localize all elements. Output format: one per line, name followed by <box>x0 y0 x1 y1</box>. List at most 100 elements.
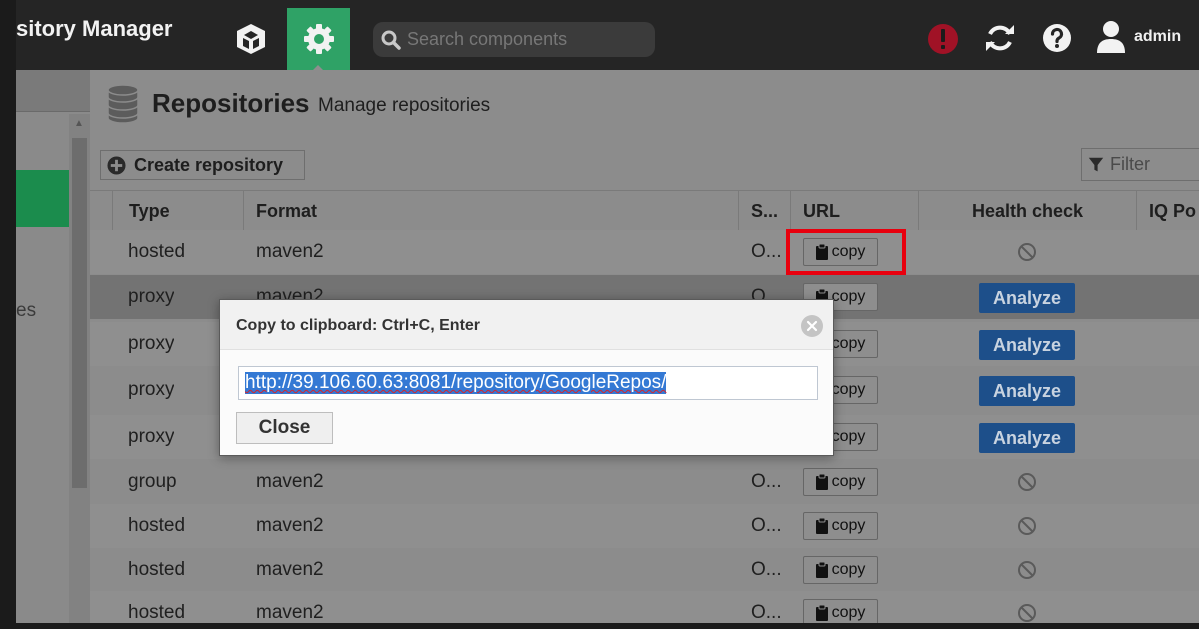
column-header-format[interactable]: Format <box>243 191 738 231</box>
cell-format: maven2 <box>256 559 324 580</box>
dialog-close-x-button[interactable] <box>801 315 823 337</box>
copy-label: copy <box>831 473 866 490</box>
database-icon <box>107 84 139 124</box>
cell-status: O... <box>751 602 782 623</box>
refresh-icon <box>986 25 1014 51</box>
column-header-health-check[interactable]: Health check <box>918 191 1136 231</box>
nav-item-repositories-selected[interactable] <box>16 170 69 227</box>
nav-scroll-thumb[interactable] <box>72 138 87 488</box>
dialog-header: Copy to clipboard: Ctrl+C, Enter <box>220 300 833 350</box>
cell-status: O... <box>751 471 782 492</box>
cell-format: maven2 <box>256 241 324 262</box>
scroll-up-arrow-icon[interactable]: ▲ <box>74 118 84 129</box>
highlight-annotation-box <box>786 229 906 275</box>
selected-url-text: http://39.106.60.63:8081/repository/Goog… <box>245 372 667 394</box>
app-title: sitory Manager <box>16 16 173 41</box>
dialog-close-button[interactable]: Close <box>236 412 333 444</box>
cell-type: proxy <box>128 379 175 400</box>
table-row[interactable]: hosted maven2 O... copy <box>90 230 1199 274</box>
cell-type: hosted <box>128 515 186 536</box>
alert-icon <box>928 24 958 54</box>
copy-label: copy <box>831 517 866 534</box>
cell-type: hosted <box>128 559 186 580</box>
copy-label: copy <box>831 428 866 445</box>
user-name: admin <box>1134 28 1182 45</box>
not-available-icon <box>1017 516 1037 541</box>
cell-format: maven2 <box>256 515 324 536</box>
help-button[interactable] <box>1040 21 1074 55</box>
table-row[interactable]: hosted maven2 O... copy <box>90 504 1199 548</box>
administration-button[interactable] <box>287 8 350 71</box>
copy-label: copy <box>831 604 866 621</box>
plus-circle-icon <box>107 155 126 175</box>
cell-format: maven2 <box>256 602 324 623</box>
cell-type: group <box>128 471 177 492</box>
column-header-url[interactable]: URL <box>790 191 918 231</box>
user-menu-button[interactable]: admin <box>1096 18 1199 56</box>
not-available-icon <box>1017 560 1037 585</box>
cell-format: maven2 <box>256 471 324 492</box>
copy-url-button[interactable]: copy <box>803 599 878 623</box>
copy-url-button[interactable]: copy <box>803 468 878 496</box>
browse-button[interactable] <box>221 8 281 70</box>
left-navigation: es ▲ <box>16 70 90 623</box>
cell-type: proxy <box>128 286 175 307</box>
filter-funnel-icon <box>1088 157 1104 171</box>
filter-input[interactable] <box>1110 154 1199 175</box>
column-header-status[interactable]: S... <box>738 191 790 231</box>
filter-box[interactable] <box>1081 148 1199 181</box>
panel-header: Repositories Manage repositories <box>90 70 1199 140</box>
system-alert-button[interactable] <box>926 22 960 56</box>
copy-label: copy <box>831 288 866 305</box>
url-text-field[interactable]: http://39.106.60.63:8081/repository/Goog… <box>238 366 818 400</box>
copy-url-button[interactable]: copy <box>803 556 878 584</box>
analyze-button[interactable]: Analyze <box>979 423 1075 453</box>
cell-status: O... <box>751 241 782 262</box>
analyze-button[interactable]: Analyze <box>979 283 1075 313</box>
table-row[interactable]: group maven2 O... copy <box>90 460 1199 504</box>
copy-label: copy <box>831 381 866 398</box>
clipboard-icon <box>815 562 828 578</box>
cell-type: hosted <box>128 602 186 623</box>
cell-type: proxy <box>128 426 175 447</box>
help-icon <box>1043 24 1071 52</box>
dialog-title: Copy to clipboard: Ctrl+C, Enter <box>236 317 481 334</box>
not-available-icon <box>1017 603 1037 623</box>
search-input[interactable] <box>407 29 647 50</box>
user-icon <box>1097 21 1125 53</box>
not-available-icon <box>1017 242 1037 267</box>
cell-status: O... <box>751 559 782 580</box>
cell-type: proxy <box>128 333 175 354</box>
gear-icon <box>303 24 334 54</box>
copy-label: copy <box>831 335 866 352</box>
clipboard-icon <box>815 605 828 621</box>
nav-scrollbar[interactable]: ▲ <box>69 114 90 623</box>
table-row[interactable]: hosted maven2 O... copy <box>90 591 1199 623</box>
column-header-type[interactable]: Type <box>112 191 243 231</box>
cell-type: hosted <box>128 241 186 262</box>
not-available-icon <box>1017 472 1037 497</box>
copy-label: copy <box>831 561 866 578</box>
analyze-button[interactable]: Analyze <box>979 376 1075 406</box>
create-repository-label: Create repository <box>134 154 284 175</box>
copy-url-button[interactable]: copy <box>803 512 878 540</box>
search-icon <box>381 30 401 50</box>
copy-to-clipboard-dialog: Copy to clipboard: Ctrl+C, Enter http://… <box>219 299 834 456</box>
page-title: Repositories <box>152 88 310 118</box>
page-subtitle: Manage repositories <box>318 95 491 116</box>
close-icon <box>806 320 818 332</box>
clipboard-icon <box>815 474 828 490</box>
nav-header <box>16 70 90 112</box>
cell-status: O... <box>751 515 782 536</box>
browse-cube-icon <box>237 24 265 54</box>
refresh-button[interactable] <box>982 20 1018 56</box>
column-header-iq-policy[interactable]: IQ Po <box>1136 191 1199 231</box>
table-header: Type Format S... URL Health check IQ Po <box>90 190 1199 231</box>
search-box[interactable] <box>373 22 655 57</box>
create-repository-button[interactable]: Create repository <box>100 150 305 180</box>
analyze-button[interactable]: Analyze <box>979 330 1075 360</box>
clipboard-icon <box>815 518 828 534</box>
table-row[interactable]: hosted maven2 O... copy <box>90 548 1199 592</box>
nav-item-label[interactable]: es <box>16 300 36 322</box>
top-bar: sitory Manager Search components admin <box>16 0 1199 71</box>
